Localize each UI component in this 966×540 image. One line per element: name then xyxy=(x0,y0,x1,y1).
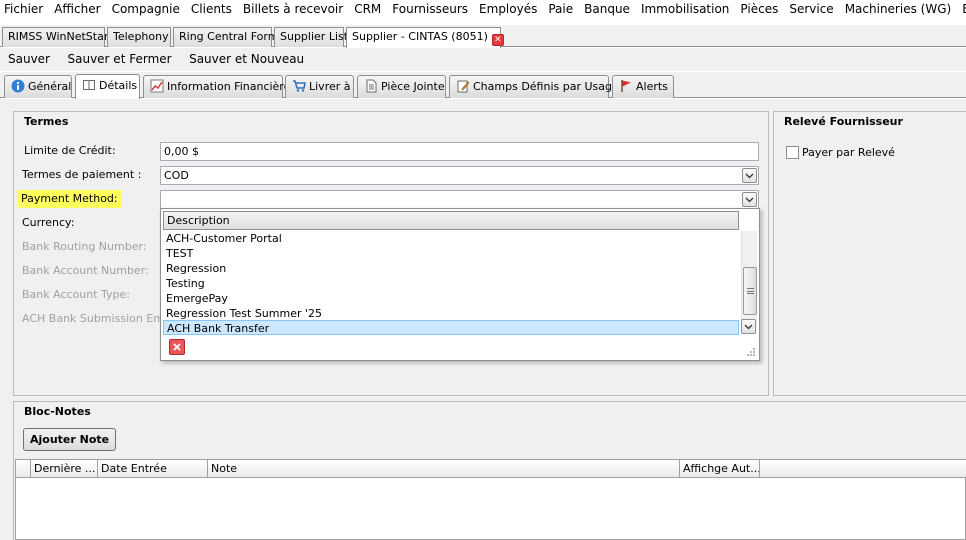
menu-service[interactable]: Service xyxy=(785,0,837,18)
cart-icon xyxy=(292,79,306,93)
toolbar: Sauver Sauver et Fermer Sauver et Nouvea… xyxy=(0,48,966,71)
menu-paie[interactable]: Paie xyxy=(544,0,577,18)
payment-method-dropdown: Description ACH-Customer Portal TEST Reg… xyxy=(160,208,760,361)
currency-label: Currency: xyxy=(22,216,75,229)
resize-grip-icon[interactable] xyxy=(746,347,756,357)
payment-method-select[interactable] xyxy=(160,190,759,209)
column-date-entry[interactable]: Date Entrée xyxy=(98,460,208,478)
chevron-down-icon[interactable] xyxy=(742,168,757,183)
doc-tab-rimss[interactable]: RIMSS WinNetStar xyxy=(2,27,108,47)
info-icon xyxy=(11,79,25,93)
tab-financial-info-label: Information Financière xyxy=(167,80,291,93)
dropdown-option[interactable]: EmergePay xyxy=(163,291,739,306)
doc-tab-supplier-list[interactable]: Supplier List xyxy=(274,27,348,47)
menu-machineries[interactable]: Machineries (WG) xyxy=(841,0,955,18)
menu-fichier[interactable]: Fichier xyxy=(0,0,47,18)
dropdown-option[interactable]: Testing xyxy=(163,276,739,291)
doc-tab-telephony[interactable]: Telephony xyxy=(107,27,171,47)
document-tabs: RIMSS WinNetStar Telephony Ring Central … xyxy=(0,25,966,48)
tab-ship-to-label: Livrer à xyxy=(309,80,351,93)
dropdown-header: Description xyxy=(163,211,739,230)
tab-details-label: Détails xyxy=(99,79,138,92)
save-new-button[interactable]: Sauver et Nouveau xyxy=(183,48,310,71)
notes-title: Bloc-Notes xyxy=(24,405,91,418)
menu-billets[interactable]: Billets à recevoir xyxy=(239,0,347,18)
payment-terms-select[interactable]: COD xyxy=(160,166,759,185)
payment-method-label: Payment Method: xyxy=(17,190,122,208)
payment-terms-label: Termes de paiement : xyxy=(22,168,142,181)
save-close-button[interactable]: Sauver et Fermer xyxy=(62,48,178,71)
tab-financial-info[interactable]: Information Financière xyxy=(143,75,290,98)
menu-compagnie[interactable]: Compagnie xyxy=(108,0,184,18)
tab-general-label: Général xyxy=(28,80,72,93)
pay-by-statement-checkbox[interactable] xyxy=(786,146,799,159)
menu-fournisseurs[interactable]: Fournisseurs xyxy=(388,0,472,18)
column-filler xyxy=(760,460,966,478)
tab-details[interactable]: Détails xyxy=(75,74,140,99)
column-display-auto[interactable]: Affichge Aut... xyxy=(680,460,760,478)
menu-banque[interactable]: Banque xyxy=(580,0,634,18)
chevron-down-icon[interactable] xyxy=(741,319,756,334)
close-tab-icon[interactable]: ✕ xyxy=(491,34,504,46)
edit-form-icon xyxy=(456,79,470,93)
menu-afficher[interactable]: Afficher xyxy=(50,0,104,18)
ach-email-label: ACH Bank Submission Email: xyxy=(22,312,181,325)
dropdown-option[interactable]: Regression Test Summer '25 xyxy=(163,306,739,321)
save-button[interactable]: Sauver xyxy=(2,48,56,71)
doc-tab-supplier-cintas[interactable]: Supplier - CINTAS (8051) ✕ xyxy=(346,27,504,48)
scrollbar-thumb[interactable] xyxy=(743,267,757,315)
doc-tab-supplier-cintas-label: Supplier - CINTAS (8051) xyxy=(352,30,488,43)
menu-employes[interactable]: Employés xyxy=(475,0,541,18)
book-icon xyxy=(82,78,96,92)
chevron-down-icon[interactable] xyxy=(742,192,757,207)
section-tabs: Général Détails Information Financière L… xyxy=(0,72,966,99)
menu-ba[interactable]: Ba xyxy=(958,0,966,18)
dropdown-option[interactable]: TEST xyxy=(163,246,739,261)
tab-user-fields[interactable]: Champs Définis par Usager xyxy=(449,75,623,98)
document-icon xyxy=(364,79,378,93)
bank-account-type-label: Bank Account Type: xyxy=(22,288,131,301)
payment-terms-value: COD xyxy=(164,169,189,182)
credit-limit-field[interactable]: 0,00 $ xyxy=(160,142,759,161)
tab-attachment-label: Pièce Jointe xyxy=(381,80,445,93)
row-header-column xyxy=(16,460,31,478)
doc-tab-ring-central[interactable]: Ring Central Form xyxy=(173,27,278,47)
bank-routing-label: Bank Routing Number: xyxy=(22,240,147,253)
dropdown-option[interactable]: ACH-Customer Portal xyxy=(163,231,739,246)
menu-immobilisation[interactable]: Immobilisation xyxy=(637,0,733,18)
bank-account-label: Bank Account Number: xyxy=(22,264,149,277)
tab-alerts[interactable]: Alerts xyxy=(612,75,674,98)
tab-attachment[interactable]: Pièce Jointe xyxy=(357,75,446,98)
pay-by-statement-label: Payer par Relevé xyxy=(802,146,895,159)
tab-alerts-label: Alerts xyxy=(636,80,668,93)
tab-ship-to[interactable]: Livrer à xyxy=(285,75,354,98)
flag-icon xyxy=(619,79,633,93)
releve-title: Relevé Fournisseur xyxy=(784,115,903,128)
tab-user-fields-label: Champs Définis par Usager xyxy=(473,80,624,93)
menu-pieces[interactable]: Pièces xyxy=(736,0,782,18)
credit-limit-label: Limite de Crédit: xyxy=(24,144,116,157)
column-last[interactable]: Dernière ... xyxy=(31,460,98,478)
menu-bar: Fichier Afficher Compagnie Clients Billets à… xyxy=(0,0,966,19)
chart-icon xyxy=(150,79,164,93)
termes-title: Termes xyxy=(24,115,69,128)
column-note[interactable]: Note xyxy=(208,460,680,478)
tab-general[interactable]: Général xyxy=(4,75,72,98)
menu-clients[interactable]: Clients xyxy=(187,0,236,18)
dropdown-option[interactable]: Regression xyxy=(163,261,739,276)
notes-table: Dernière ... Date Entrée Note Affichge A… xyxy=(15,459,966,540)
dropdown-option-selected[interactable]: ACH Bank Transfer xyxy=(163,320,739,335)
clear-selection-icon[interactable] xyxy=(169,339,185,355)
add-note-button[interactable]: Ajouter Note xyxy=(23,428,117,451)
menu-crm[interactable]: CRM xyxy=(350,0,385,18)
